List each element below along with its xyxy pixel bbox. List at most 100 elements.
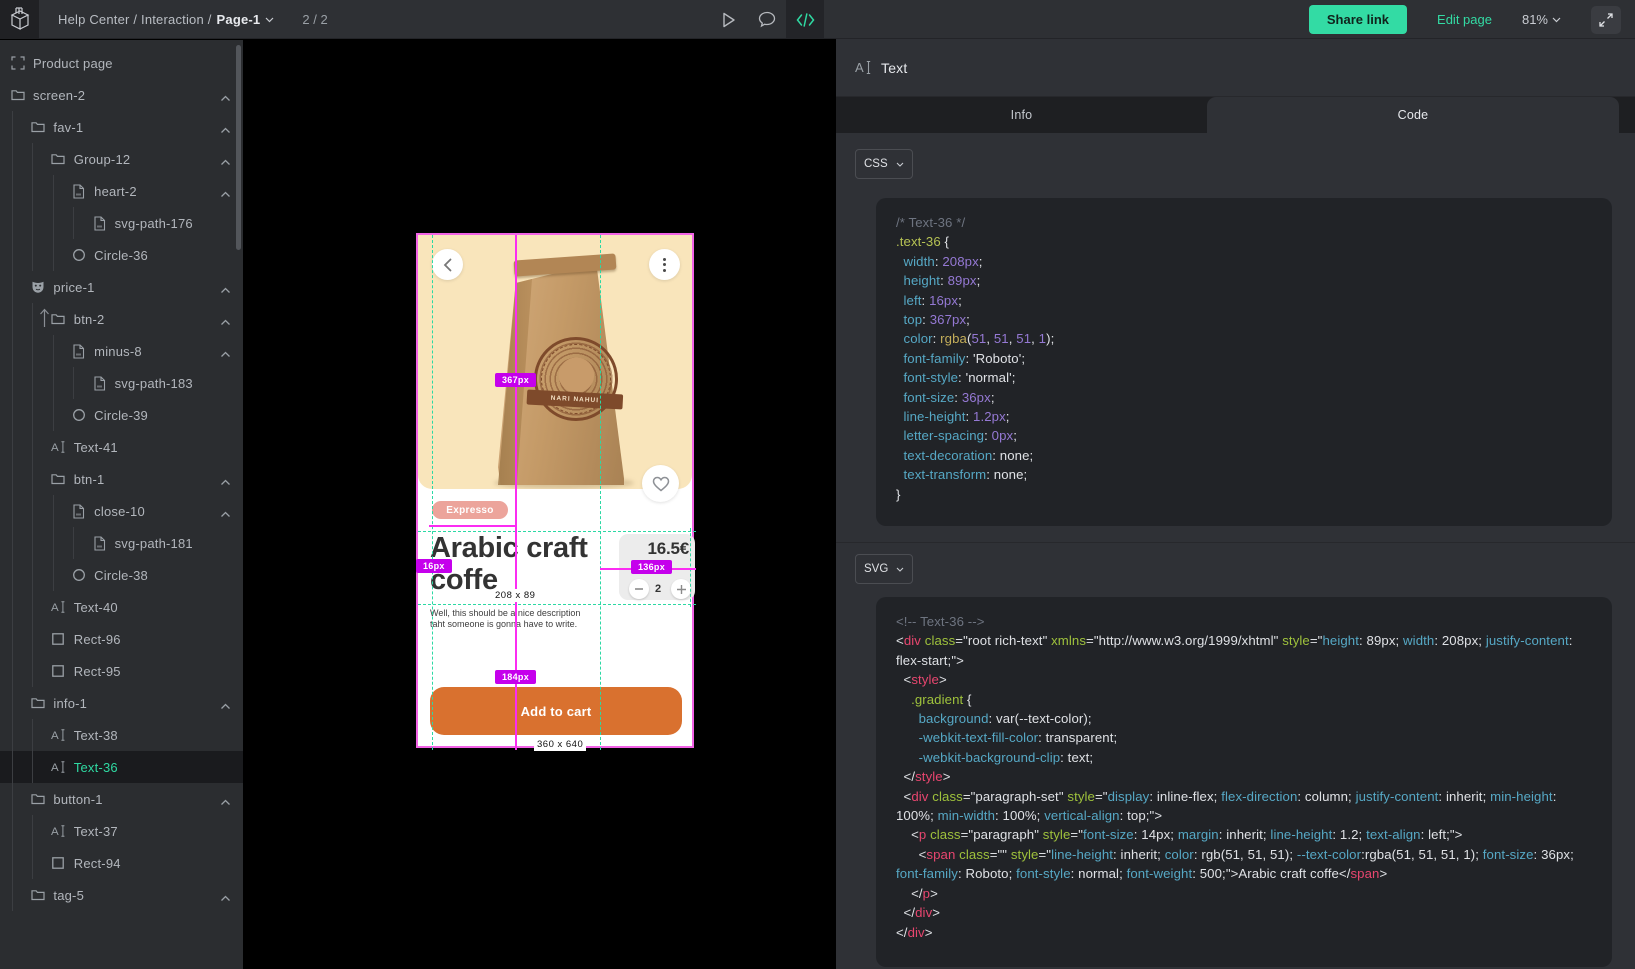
tree-indent-guide: [12, 399, 28, 431]
quantity-plus-button[interactable]: [671, 579, 691, 599]
tree-indent-guide: [12, 879, 28, 911]
edit-page-link[interactable]: Edit page: [1437, 12, 1492, 27]
collapse-chevron-icon[interactable]: [220, 121, 231, 139]
collapse-chevron-icon[interactable]: [220, 793, 231, 811]
layer-row-btn-1[interactable]: btn-1: [0, 463, 243, 495]
fullscreen-button[interactable]: [1591, 6, 1621, 34]
layer-row-Text-36[interactable]: A Text-36: [0, 751, 243, 783]
layer-row-btn-2[interactable]: btn-2: [0, 303, 243, 335]
tree-indent-guide: [12, 687, 28, 719]
layer-label: svg-path-176: [115, 216, 193, 231]
mask-direction-arrow-icon: [39, 308, 50, 333]
svg-text:A: A: [51, 442, 59, 454]
play-button[interactable]: [710, 0, 748, 39]
layer-label: minus-8: [94, 344, 142, 359]
tree-indent-guide: [32, 431, 48, 463]
css-code-block[interactable]: /* Text-36 */.text-36 { width: 208px; he…: [876, 198, 1612, 526]
selection-size-label: 208 x 89: [492, 589, 538, 602]
svg-format-select[interactable]: SVG: [855, 554, 913, 584]
plus-icon: [677, 585, 686, 594]
collapse-chevron-icon[interactable]: [220, 473, 231, 491]
layer-row-svg-path-183[interactable]: svg-path-183: [0, 367, 243, 399]
tree-indent-guide: [53, 495, 69, 527]
layer-row-tag-5[interactable]: tag-5: [0, 879, 243, 911]
breadcrumb[interactable]: Help Center / Interaction / Page-1: [58, 12, 274, 27]
collapse-chevron-icon[interactable]: [220, 153, 231, 171]
layer-label: Text-36: [74, 760, 118, 775]
tree-indent-guide: [12, 591, 28, 623]
layer-row-Text-37[interactable]: AText-37: [0, 815, 243, 847]
layer-row-screen-2[interactable]: screen-2: [0, 79, 243, 111]
product-tag-badge[interactable]: Expresso: [432, 501, 508, 519]
layer-row-price-1[interactable]: price-1: [0, 271, 243, 303]
tree-indent-guide: [53, 175, 69, 207]
layer-row-svg-path-176[interactable]: svg-path-176: [0, 207, 243, 239]
expand-arrows-icon: [1599, 13, 1613, 27]
tree-indent-guide: [12, 367, 28, 399]
share-link-button[interactable]: Share link: [1309, 5, 1407, 34]
tab-info[interactable]: Info: [836, 97, 1207, 133]
tab-code[interactable]: Code: [1207, 97, 1619, 133]
chevron-down-icon: [896, 567, 904, 572]
layer-row-Text-38[interactable]: AText-38: [0, 719, 243, 751]
layer-label: svg-path-183: [115, 376, 193, 391]
layer-row-info-1[interactable]: info-1: [0, 687, 243, 719]
layer-row-Text-41[interactable]: AText-41: [0, 431, 243, 463]
layer-row-Rect-96[interactable]: Rect-96: [0, 623, 243, 655]
layer-row-heart-2[interactable]: heart-2: [0, 175, 243, 207]
layer-row-Group-12[interactable]: Group-12: [0, 143, 243, 175]
layer-row-button-1[interactable]: button-1: [0, 783, 243, 815]
collapse-chevron-icon[interactable]: [220, 313, 231, 331]
layer-row-Text-40[interactable]: AText-40: [0, 591, 243, 623]
collapse-chevron-icon[interactable]: [220, 889, 231, 907]
layer-row-fav-1[interactable]: fav-1: [0, 111, 243, 143]
layer-row-Circle-36[interactable]: Circle-36: [0, 239, 243, 271]
layer-row-root[interactable]: Product page: [0, 47, 243, 79]
zoom-level-dropdown[interactable]: 81%: [1522, 12, 1561, 27]
tree-indent-guide: [12, 239, 28, 271]
layer-row-Rect-94[interactable]: Rect-94: [0, 847, 243, 879]
collapse-chevron-icon[interactable]: [220, 89, 231, 107]
design-frame[interactable]: NARI NAHUI Expresso Arabic craft coffe 1…: [416, 233, 694, 748]
collapse-chevron-icon[interactable]: [220, 185, 231, 203]
layer-row-close-10[interactable]: close-10: [0, 495, 243, 527]
layer-row-Rect-95[interactable]: Rect-95: [0, 655, 243, 687]
layer-row-minus-8[interactable]: minus-8: [0, 335, 243, 367]
product-title[interactable]: Arabic craft coffe: [430, 532, 602, 596]
favorite-button[interactable]: [642, 465, 679, 502]
back-button[interactable]: [432, 249, 463, 280]
tree-indent-guide: [32, 335, 48, 367]
code-view-button[interactable]: [786, 0, 824, 39]
layer-label: Text-37: [74, 824, 118, 839]
comment-button[interactable]: [748, 0, 786, 39]
sidebar-scrollbar[interactable]: [236, 45, 241, 250]
add-to-cart-button[interactable]: Add to cart: [430, 687, 682, 735]
tree-indent-guide: [32, 495, 48, 527]
screen-size-label: 360 x 640: [534, 738, 586, 751]
folder-icon: [30, 120, 45, 135]
code-line: <style>: [896, 670, 1592, 689]
tree-indent-guide: [12, 719, 28, 751]
tree-indent-guide: [12, 463, 28, 495]
app-logo[interactable]: [0, 0, 39, 39]
html-code-block[interactable]: <!-- Text-36 --><div class="root rich-te…: [876, 597, 1612, 967]
layer-row-Circle-39[interactable]: Circle-39: [0, 399, 243, 431]
collapse-chevron-icon[interactable]: [220, 697, 231, 715]
svg-text:A: A: [51, 762, 59, 774]
layer-row-Circle-38[interactable]: Circle-38: [0, 559, 243, 591]
tree-indent-guide: [12, 847, 28, 879]
collapse-chevron-icon[interactable]: [220, 281, 231, 299]
layer-label: Circle-39: [94, 408, 148, 423]
quantity-minus-button[interactable]: [629, 579, 649, 599]
product-description: Well, this should be a nice description …: [430, 608, 580, 630]
collapse-chevron-icon[interactable]: [220, 505, 231, 523]
canvas-area[interactable]: NARI NAHUI Expresso Arabic craft coffe 1…: [243, 39, 836, 969]
css-format-select[interactable]: CSS: [855, 149, 913, 179]
collapse-chevron-icon[interactable]: [220, 345, 231, 363]
layer-row-svg-path-181[interactable]: svg-path-181: [0, 527, 243, 559]
more-options-button[interactable]: [649, 249, 680, 280]
layer-label: price-1: [53, 280, 94, 295]
tree-indent-guide: [32, 527, 48, 559]
page-indicator: 2 / 2: [302, 12, 327, 27]
layer-label: tag-5: [53, 888, 84, 903]
